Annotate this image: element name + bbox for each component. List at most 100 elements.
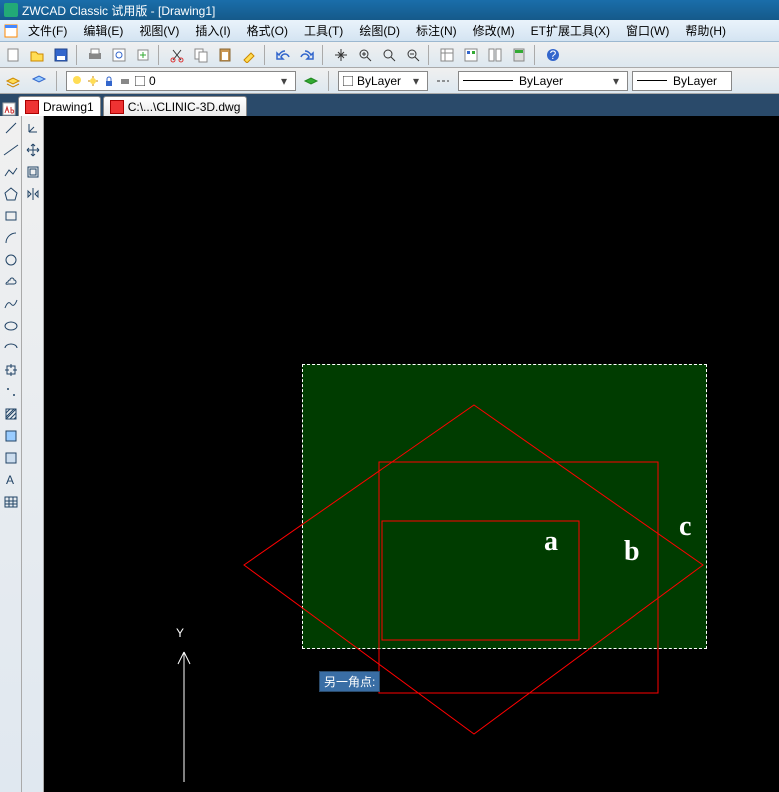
preview-button[interactable] [108,44,130,66]
menu-insert[interactable]: 插入(I) [187,20,238,41]
lineweight-combo[interactable]: ByLayer [632,71,732,91]
annotation-b: b [624,536,640,568]
rectangle-button[interactable] [1,206,21,226]
file-icon [110,100,124,114]
point-button[interactable] [1,382,21,402]
modify-toolbar [22,116,44,792]
draw-toolbar: A [0,116,22,792]
menu-modify[interactable]: 修改(M) [465,20,523,41]
layer-props-button[interactable] [2,70,24,92]
sun-icon [87,75,99,87]
print-button[interactable] [84,44,106,66]
zoom-window-button[interactable] [378,44,400,66]
new-button[interactable] [2,44,24,66]
plot-icon [119,75,131,87]
copy-button[interactable] [190,44,212,66]
publish-button[interactable] [132,44,154,66]
layer-combo[interactable]: 0 ▾ [66,71,296,91]
separator [328,71,332,91]
zoom-rt-button[interactable] [354,44,376,66]
calc-button[interactable] [508,44,530,66]
menu-file[interactable]: 文件(F) [20,20,75,41]
menu-edit[interactable]: 编辑(E) [75,20,131,41]
menu-ettools[interactable]: ET扩展工具(X) [523,20,618,41]
workarea: A a b c 另一角点: Y [0,116,779,792]
tab-label: Drawing1 [43,100,94,114]
separator [56,71,60,91]
save-button[interactable] [50,44,72,66]
mtext-button[interactable]: A [1,470,21,490]
menu-tools[interactable]: 工具(T) [296,20,351,41]
separator [264,45,268,65]
undo-button[interactable] [272,44,294,66]
arc-button[interactable] [1,228,21,248]
color-value: ByLayer [357,74,401,88]
xline-button[interactable] [1,140,21,160]
color-swatch [343,76,353,86]
window-icon[interactable] [2,20,20,42]
gradient-button[interactable] [1,426,21,446]
menu-format[interactable]: 格式(O) [239,20,296,41]
menu-help[interactable]: 帮助(H) [677,20,734,41]
spline-button[interactable] [1,294,21,314]
properties-button[interactable] [436,44,458,66]
layer-toolbar: 0 ▾ ByLayer ▾ ByLayer ▾ ByLayer [0,68,779,94]
separator [534,45,538,65]
paste-button[interactable] [214,44,236,66]
mirror-button[interactable] [23,184,43,204]
move-button[interactable] [23,140,43,160]
dropdown-arrow-icon: ▾ [277,74,291,88]
polygon-button[interactable] [1,184,21,204]
color-swatch [135,76,145,86]
menubar: 文件(F) 编辑(E) 视图(V) 插入(I) 格式(O) 工具(T) 绘图(D… [0,20,779,42]
edit-toggle-icon[interactable] [2,102,16,116]
layer-iso-button[interactable] [300,70,322,92]
titlebar: ZWCAD Classic 试用版 - [Drawing1] [0,0,779,20]
lineweight-value: ByLayer [673,74,717,88]
redo-button[interactable] [296,44,318,66]
menu-dimension[interactable]: 标注(N) [408,20,465,41]
ucs-button[interactable] [23,118,43,138]
ellipse-button[interactable] [1,316,21,336]
annotation-c: c [679,511,691,543]
drawing-geometry [44,116,779,792]
matchprop-button[interactable] [238,44,260,66]
drawing-canvas[interactable]: a b c 另一角点: Y [44,116,779,792]
standard-toolbar: ? [0,42,779,68]
hatch-button[interactable] [1,404,21,424]
pan-button[interactable] [330,44,352,66]
cut-button[interactable] [166,44,188,66]
polyline-button[interactable] [1,162,21,182]
region-button[interactable] [1,448,21,468]
circle-button[interactable] [1,250,21,270]
title-text: ZWCAD Classic 试用版 - [Drawing1] [22,2,215,19]
menu-view[interactable]: 视图(V) [131,20,187,41]
linetype-value: ByLayer [519,74,563,88]
linetype-combo[interactable]: ByLayer ▾ [458,71,628,91]
design-center-button[interactable] [460,44,482,66]
file-icon [25,100,39,114]
bulb-icon [71,75,83,87]
ellipse-arc-button[interactable] [1,338,21,358]
insert-block-button[interactable] [1,360,21,380]
app-icon [4,3,18,17]
menu-draw[interactable]: 绘图(D) [351,20,408,41]
line-preview [463,80,513,81]
ucs-icon: Y [164,622,224,782]
layer-states-button[interactable] [28,70,50,92]
offset-button[interactable] [23,162,43,182]
tab-clinic3d[interactable]: C:\...\CLINIC-3D.dwg [103,96,248,116]
menu-window[interactable]: 窗口(W) [618,20,677,41]
color-combo[interactable]: ByLayer ▾ [338,71,428,91]
revcloud-button[interactable] [1,272,21,292]
table-button[interactable] [1,492,21,512]
linetype-button[interactable] [432,70,454,92]
tab-drawing1[interactable]: Drawing1 [18,96,101,116]
open-button[interactable] [26,44,48,66]
tool-palettes-button[interactable] [484,44,506,66]
line-button[interactable] [1,118,21,138]
help-button[interactable]: ? [542,44,564,66]
dropdown-arrow-icon: ▾ [409,74,423,88]
zoom-prev-button[interactable] [402,44,424,66]
document-tabbar: Drawing1 C:\...\CLINIC-3D.dwg [0,94,779,116]
